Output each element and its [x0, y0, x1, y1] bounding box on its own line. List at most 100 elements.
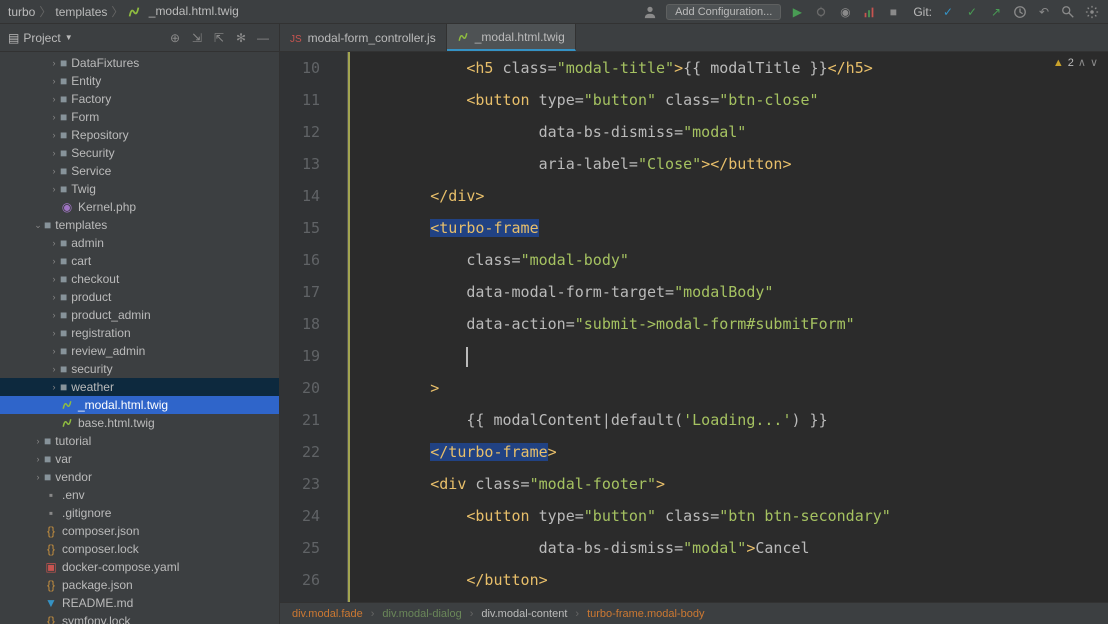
tree-item[interactable]: ›■review_admin — [0, 342, 279, 360]
chevron-icon[interactable]: › — [48, 238, 60, 248]
debug-icon[interactable] — [813, 4, 829, 20]
chevron-icon[interactable]: › — [48, 130, 60, 140]
code-line[interactable]: <h5 class="modal-title">{{ modalTitle }}… — [358, 52, 1108, 84]
breadcrumb-item[interactable]: div.modal-content — [481, 608, 567, 620]
breadcrumb-file[interactable]: _modal.html.twig — [127, 4, 238, 19]
tree-item[interactable]: ›■Factory — [0, 90, 279, 108]
tree-item[interactable]: ›■admin — [0, 234, 279, 252]
collapse-all-icon[interactable]: ⇱ — [211, 30, 227, 46]
tree-item[interactable]: ▪.env — [0, 486, 279, 504]
code-area[interactable]: <h5 class="modal-title">{{ modalTitle }}… — [348, 52, 1108, 602]
chevron-icon[interactable]: › — [32, 472, 44, 482]
tree-item[interactable]: ›■DataFixtures — [0, 54, 279, 72]
run-icon[interactable]: ▶ — [789, 4, 805, 20]
chevron-icon[interactable]: › — [48, 328, 60, 338]
code-line[interactable]: data-modal-form-target="modalBody" — [358, 276, 1108, 308]
chevron-icon[interactable]: › — [48, 274, 60, 284]
user-icon[interactable] — [642, 4, 658, 20]
code-line[interactable]: <button type="button" class="btn-close" — [358, 84, 1108, 116]
code-line[interactable]: <turbo-frame — [358, 212, 1108, 244]
tree-item[interactable]: {}symfony.lock — [0, 612, 279, 624]
settings-icon[interactable] — [1084, 4, 1100, 20]
breadcrumb-item[interactable]: turbo-frame.modal-body — [587, 608, 704, 620]
chevron-icon[interactable]: › — [48, 346, 60, 356]
tree-item[interactable]: ›■tutorial — [0, 432, 279, 450]
commit-icon[interactable]: ✓ — [964, 4, 980, 20]
push-icon[interactable]: ↗ — [988, 4, 1004, 20]
locate-icon[interactable]: ⊕ — [167, 30, 183, 46]
prev-highlight-icon[interactable]: ∧ — [1078, 56, 1086, 69]
chevron-icon[interactable]: › — [48, 58, 60, 68]
add-configuration-button[interactable]: Add Configuration... — [666, 4, 781, 20]
tree-item[interactable]: ›■security — [0, 360, 279, 378]
expand-all-icon[interactable]: ⇲ — [189, 30, 205, 46]
code-line[interactable]: </turbo-frame> — [358, 436, 1108, 468]
tree-item[interactable]: ◉Kernel.php — [0, 198, 279, 216]
tree-item[interactable]: base.html.twig — [0, 414, 279, 432]
tree-item[interactable]: ›■weather — [0, 378, 279, 396]
code-line[interactable]: > — [358, 372, 1108, 404]
breadcrumb-item[interactable]: div.modal.fade — [292, 608, 363, 620]
chevron-icon[interactable]: › — [48, 112, 60, 122]
breadcrumb-root[interactable]: turbo — [8, 5, 35, 19]
tree-item[interactable]: ›■var — [0, 450, 279, 468]
tree-item[interactable]: {}composer.lock — [0, 540, 279, 558]
code-line[interactable]: aria-label="Close"></button> — [358, 148, 1108, 180]
code-line[interactable] — [358, 340, 1108, 372]
tree-item[interactable]: ▣docker-compose.yaml — [0, 558, 279, 576]
tree-item[interactable]: ▪.gitignore — [0, 504, 279, 522]
chevron-icon[interactable]: › — [32, 454, 44, 464]
editor-tab[interactable]: _modal.html.twig — [447, 24, 576, 51]
tree-item[interactable]: ›■Security — [0, 144, 279, 162]
stop-icon[interactable]: ■ — [885, 4, 901, 20]
project-tree[interactable]: ›■DataFixtures›■Entity›■Factory›■Form›■R… — [0, 52, 279, 624]
tree-item[interactable]: ›■Form — [0, 108, 279, 126]
history-icon[interactable] — [1012, 4, 1028, 20]
editor-tab[interactable]: JSmodal-form_controller.js — [280, 24, 447, 51]
chevron-icon[interactable]: › — [48, 256, 60, 266]
code-line[interactable]: class="modal-body" — [358, 244, 1108, 276]
breadcrumb-item[interactable]: div.modal-dialog — [382, 608, 461, 620]
chevron-icon[interactable]: › — [48, 148, 60, 158]
profiler-icon[interactable] — [861, 4, 877, 20]
tree-item[interactable]: _modal.html.twig — [0, 396, 279, 414]
next-highlight-icon[interactable]: ∨ — [1090, 56, 1098, 69]
rollback-icon[interactable]: ↶ — [1036, 4, 1052, 20]
settings-icon[interactable]: ✻ — [233, 30, 249, 46]
tree-item[interactable]: ›■Twig — [0, 180, 279, 198]
hide-icon[interactable]: — — [255, 30, 271, 46]
tree-item[interactable]: ›■registration — [0, 324, 279, 342]
chevron-icon[interactable]: › — [48, 382, 60, 392]
breadcrumb-folder[interactable]: templates — [55, 5, 107, 19]
code-line[interactable]: </div> — [358, 180, 1108, 212]
coverage-icon[interactable]: ◉ — [837, 4, 853, 20]
code-line[interactable]: data-action="submit->modal-form#submitFo… — [358, 308, 1108, 340]
chevron-icon[interactable]: › — [32, 436, 44, 446]
search-icon[interactable] — [1060, 4, 1076, 20]
chevron-icon[interactable]: › — [48, 184, 60, 194]
tree-item[interactable]: ›■Entity — [0, 72, 279, 90]
tree-item[interactable]: ›■product — [0, 288, 279, 306]
editor-body[interactable]: ▲ 2 ∧ ∨ 10111213141516171819202122232425… — [280, 52, 1108, 602]
chevron-icon[interactable]: › — [48, 310, 60, 320]
tree-item[interactable]: ▼README.md — [0, 594, 279, 612]
chevron-icon[interactable]: ⌄ — [32, 220, 44, 231]
code-line[interactable]: <div class="modal-footer"> — [358, 468, 1108, 500]
update-project-icon[interactable]: ✓ — [940, 4, 956, 20]
tree-item[interactable]: ›■cart — [0, 252, 279, 270]
code-line[interactable]: <button type="button" class="btn btn-sec… — [358, 500, 1108, 532]
tree-item[interactable]: ⌄■templates — [0, 216, 279, 234]
tree-item[interactable]: ›■vendor — [0, 468, 279, 486]
chevron-icon[interactable]: › — [48, 166, 60, 176]
code-line[interactable]: </button> — [358, 564, 1108, 596]
code-line[interactable]: data-bs-dismiss="modal">Cancel — [358, 532, 1108, 564]
chevron-icon[interactable]: › — [48, 364, 60, 374]
project-view-selector[interactable]: ▤ Project ▼ — [8, 31, 73, 45]
chevron-icon[interactable]: › — [48, 292, 60, 302]
tree-item[interactable]: {}composer.json — [0, 522, 279, 540]
tree-item[interactable]: ›■product_admin — [0, 306, 279, 324]
tree-item[interactable]: {}package.json — [0, 576, 279, 594]
chevron-icon[interactable]: › — [48, 94, 60, 104]
code-line[interactable]: {{ modalContent|default('Loading...') }} — [358, 404, 1108, 436]
code-line[interactable]: data-bs-dismiss="modal" — [358, 116, 1108, 148]
